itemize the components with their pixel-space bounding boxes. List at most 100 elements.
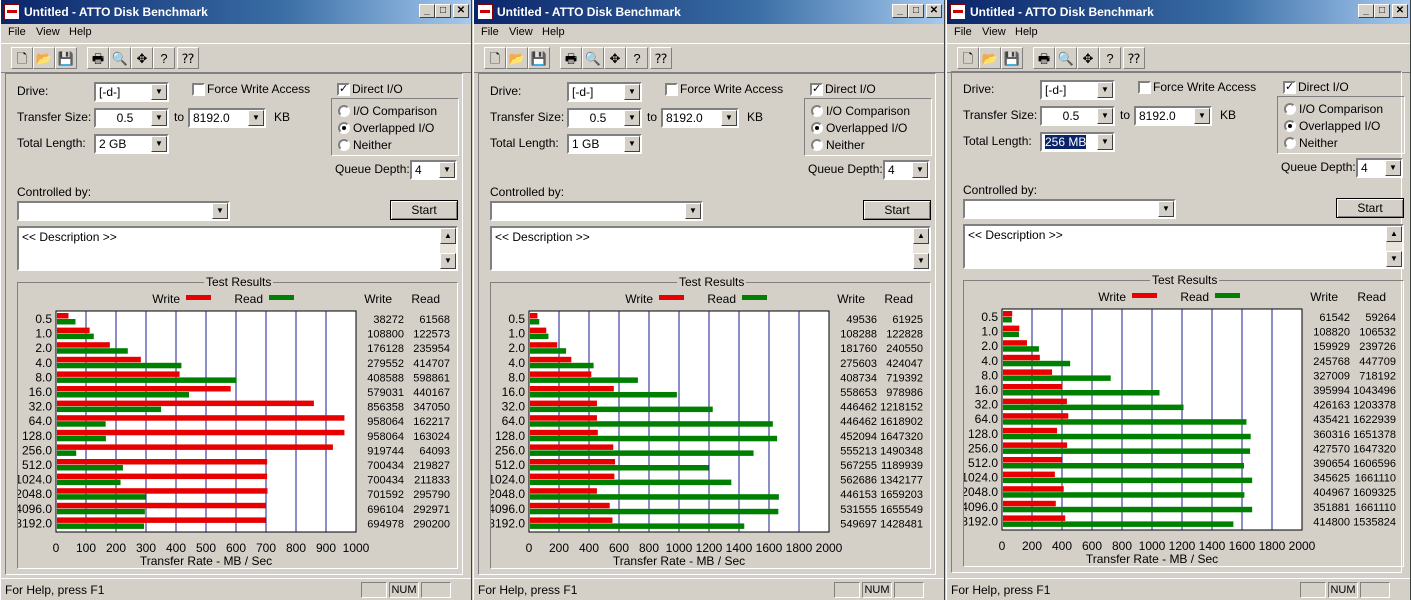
menu-view[interactable]: View [509,26,533,38]
print-preview-icon[interactable]: 🔍 [109,47,131,69]
io-comparison-label[interactable]: I/O Comparison [353,104,437,118]
title-bar[interactable]: Untitled - ATTO Disk Benchmark _ □ ✕ [474,0,944,24]
print-icon[interactable]: 🖶 [87,47,109,69]
overlapped-io-radio[interactable] [1284,120,1296,132]
overlapped-io-label[interactable]: Overlapped I/O [826,121,907,135]
queue-depth-select[interactable]: 4 ▼ [1356,158,1403,178]
neither-label[interactable]: Neither [353,138,392,152]
io-comparison-radio[interactable] [811,105,823,117]
save-icon[interactable]: 💾 [528,47,550,69]
overlapped-io-radio[interactable] [811,122,823,134]
direct-io-label[interactable]: Direct I/O [352,82,403,96]
print-preview-icon[interactable]: 🔍 [582,47,604,69]
overlapped-io-label[interactable]: Overlapped I/O [1299,119,1380,133]
print-icon[interactable]: 🖶 [1033,47,1055,69]
app-icon[interactable] [4,4,20,20]
title-bar[interactable]: Untitled - ATTO Disk Benchmark _ □ ✕ [947,0,1410,24]
total-length-select[interactable]: 256 MB ▼ [1040,132,1115,152]
neither-radio[interactable] [338,139,350,151]
io-comparison-radio[interactable] [1284,103,1296,115]
description-scrollbar[interactable]: ▲ ▼ [913,228,929,269]
io-comparison-radio[interactable] [338,105,350,117]
move-icon[interactable]: ✥ [604,47,626,69]
force-write-label[interactable]: Force Write Access [1153,80,1256,94]
description-box[interactable]: << Description >> ▲ ▼ [17,226,458,271]
queue-depth-select[interactable]: 4 ▼ [883,160,930,180]
description-box[interactable]: << Description >> ▲ ▼ [490,226,931,271]
transfer-size-from-select[interactable]: 0.5 ▼ [94,108,169,128]
start-button[interactable]: Start [1336,198,1404,218]
open-icon[interactable]: 📂 [33,47,55,69]
new-icon[interactable]: 🗋 [484,47,506,69]
print-preview-icon[interactable]: 🔍 [1055,47,1077,69]
context-help-icon[interactable]: ⁇ [650,47,672,69]
maximize-button[interactable]: □ [908,4,924,18]
drive-select[interactable]: [-d-] ▼ [1040,80,1115,100]
minimize-button[interactable]: _ [419,4,435,18]
start-button[interactable]: Start [863,200,931,220]
queue-depth-select[interactable]: 4 ▼ [410,160,457,180]
move-icon[interactable]: ✥ [1077,47,1099,69]
help-icon[interactable]: ? [153,47,175,69]
menu-help[interactable]: Help [69,26,92,38]
direct-io-label[interactable]: Direct I/O [1298,80,1349,94]
overlapped-io-radio[interactable] [338,122,350,134]
neither-label[interactable]: Neither [1299,136,1338,150]
help-icon[interactable]: ? [1099,47,1121,69]
print-icon[interactable]: 🖶 [560,47,582,69]
total-length-select[interactable]: 1 GB ▼ [567,134,642,154]
minimize-button[interactable]: _ [1358,4,1374,18]
menu-view[interactable]: View [982,26,1006,38]
transfer-size-to-select[interactable]: 8192.0 ▼ [1134,106,1212,126]
open-icon[interactable]: 📂 [979,47,1001,69]
io-comparison-label[interactable]: I/O Comparison [826,104,910,118]
force-write-label[interactable]: Force Write Access [680,82,783,96]
total-length-select[interactable]: 2 GB ▼ [94,134,169,154]
controlled-by-select[interactable]: ▼ [17,201,230,221]
overlapped-io-label[interactable]: Overlapped I/O [353,121,434,135]
description-scrollbar[interactable]: ▲ ▼ [440,228,456,269]
title-bar[interactable]: Untitled - ATTO Disk Benchmark _ □ ✕ [1,0,471,24]
minimize-button[interactable]: _ [892,4,908,18]
menu-view[interactable]: View [36,26,60,38]
maximize-button[interactable]: □ [1374,4,1390,18]
neither-radio[interactable] [1284,137,1296,149]
description-box[interactable]: << Description >> ▲ ▼ [963,224,1404,269]
transfer-size-to-select[interactable]: 8192.0 ▼ [661,108,739,128]
close-button[interactable]: ✕ [453,4,469,18]
app-icon[interactable] [950,4,966,20]
new-icon[interactable]: 🗋 [957,47,979,69]
description-scrollbar[interactable]: ▲ ▼ [1386,226,1402,267]
menu-help[interactable]: Help [542,26,565,38]
direct-io-label[interactable]: Direct I/O [825,82,876,96]
controlled-by-select[interactable]: ▼ [963,199,1176,219]
close-button[interactable]: ✕ [926,4,942,18]
transfer-size-from-select[interactable]: 0.5 ▼ [1040,106,1115,126]
open-icon[interactable]: 📂 [506,47,528,69]
menu-file[interactable]: File [481,26,499,38]
transfer-size-from-select[interactable]: 0.5 ▼ [567,108,642,128]
force-write-checkbox[interactable] [1138,81,1151,94]
save-icon[interactable]: 💾 [55,47,77,69]
new-icon[interactable]: 🗋 [11,47,33,69]
transfer-size-to-select[interactable]: 8192.0 ▼ [188,108,266,128]
drive-select[interactable]: [-d-] ▼ [94,82,169,102]
maximize-button[interactable]: □ [435,4,451,18]
close-button[interactable]: ✕ [1392,4,1408,18]
io-comparison-label[interactable]: I/O Comparison [1299,102,1383,116]
direct-io-checkbox[interactable]: ✓ [337,83,350,96]
neither-radio[interactable] [811,139,823,151]
app-icon[interactable] [477,4,493,20]
neither-label[interactable]: Neither [826,138,865,152]
direct-io-checkbox[interactable]: ✓ [810,83,823,96]
start-button[interactable]: Start [390,200,458,220]
force-write-checkbox[interactable] [665,83,678,96]
drive-select[interactable]: [-d-] ▼ [567,82,642,102]
direct-io-checkbox[interactable]: ✓ [1283,81,1296,94]
menu-help[interactable]: Help [1015,26,1038,38]
menu-file[interactable]: File [954,26,972,38]
help-icon[interactable]: ? [626,47,648,69]
menu-file[interactable]: File [8,26,26,38]
force-write-label[interactable]: Force Write Access [207,82,310,96]
controlled-by-select[interactable]: ▼ [490,201,703,221]
